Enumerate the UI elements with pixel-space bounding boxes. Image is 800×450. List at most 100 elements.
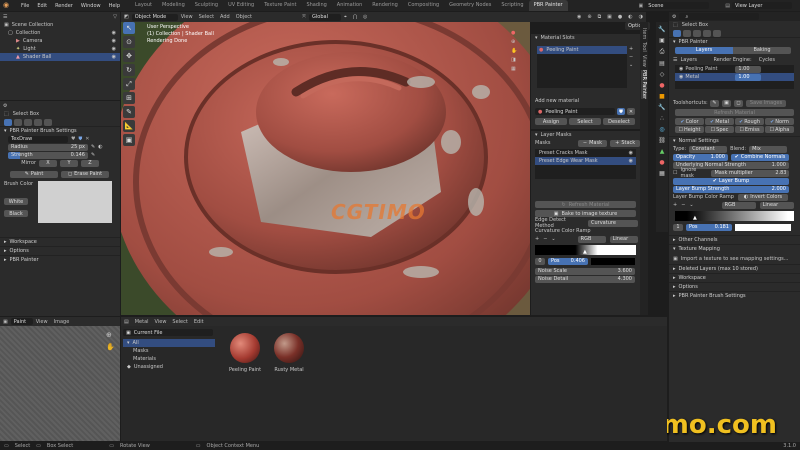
tab-animation[interactable]: Animation — [332, 0, 368, 11]
channel-metal-toggle[interactable]: ✔ Metal — [705, 118, 734, 125]
zoom-icon[interactable]: ⊕ — [106, 331, 112, 339]
channel-rough-toggle[interactable]: ✔ Rough — [735, 118, 764, 125]
combine-normals-toggle[interactable]: ✔ Combine Normals — [731, 153, 789, 161]
outliner-light[interactable]: ✦ Light ◉ — [0, 45, 120, 53]
sidebar-tab-item[interactable]: Item — [641, 28, 647, 39]
output-icon[interactable]: ⎙ — [660, 48, 665, 56]
visibility-icon[interactable]: ◉ — [112, 38, 116, 44]
mode-extend-button[interactable] — [14, 118, 22, 126]
catalog-masks[interactable]: Masks — [123, 347, 215, 355]
other-channels-section[interactable]: ▸ Other Channels — [669, 235, 800, 244]
mode-intersect-button[interactable] — [44, 118, 52, 126]
noise-scale-field[interactable]: Noise Scale 3.600 — [535, 267, 635, 275]
visibility-icon[interactable]: ◉ — [112, 30, 116, 36]
mirror-y-toggle[interactable]: Y — [60, 159, 78, 167]
mode-new-button[interactable] — [673, 29, 681, 37]
measure-icon[interactable]: 📐 — [123, 120, 135, 132]
shortcut-paint-button[interactable]: ✎ — [710, 99, 719, 107]
shading-material-icon[interactable]: ◐ — [625, 14, 635, 20]
particles-icon[interactable]: ∴ — [660, 115, 664, 122]
outliner-scene-collection[interactable]: ▣ Scene Collection — [0, 21, 120, 29]
ramp-mode-select[interactable]: RGB — [577, 235, 606, 243]
pbr-painter-section-header[interactable]: ▾ PBR Painter — [669, 37, 800, 46]
save-images-button[interactable]: Save Images — [746, 99, 786, 107]
tab-shading[interactable]: Shading — [301, 0, 331, 11]
render-icon[interactable]: ▣ — [659, 37, 665, 44]
shield-icon[interactable]: ⛊ — [78, 136, 82, 142]
menu-add[interactable]: Add — [217, 14, 233, 20]
sidebar-tab-tool[interactable]: Tool — [641, 42, 647, 52]
ramp-stop-handle[interactable]: ▲ — [693, 215, 697, 221]
remove-icon[interactable]: − — [629, 54, 633, 60]
rotate-icon[interactable]: ↻ — [123, 64, 135, 76]
editor-type-icon[interactable]: ⚙ — [0, 103, 10, 109]
visibility-icon[interactable]: ◉ — [679, 74, 683, 80]
ramp-interp-select[interactable]: Linear — [759, 201, 794, 209]
stop-color-swatch[interactable] — [591, 257, 635, 265]
scene-selector[interactable]: Scene — [645, 2, 710, 9]
sidebar-tab-view[interactable]: View — [641, 55, 647, 67]
hand-icon[interactable]: ✋ — [511, 48, 527, 54]
shortcut-erase-button[interactable]: ◻ — [734, 99, 743, 107]
sidebar-tab-pbr-painter[interactable]: PBR Painter — [641, 69, 647, 99]
ramp-stop-handle[interactable]: ▲ — [583, 249, 587, 255]
menu-image[interactable]: Image — [51, 319, 73, 325]
chevron-down-icon[interactable]: ⌄ — [629, 62, 633, 68]
outliner-shader-ball[interactable]: ▲ Shader Ball ◉ — [0, 53, 120, 61]
mask-item[interactable]: Preset Edge Wear Mask ◉ — [535, 157, 636, 165]
tab-modeling[interactable]: Modeling — [157, 0, 190, 11]
editor-type-icon[interactable]: ◩ — [121, 14, 132, 20]
menu-edit[interactable]: Edit — [33, 3, 51, 9]
normal-settings-header[interactable]: ▾ Normal Settings — [669, 136, 800, 145]
orientation-selector[interactable]: Global — [309, 13, 342, 21]
assign-button[interactable]: Assign — [535, 118, 567, 125]
visibility-icon[interactable]: ◉ — [629, 150, 633, 156]
ramp-mode-select[interactable]: RGB — [721, 201, 756, 209]
layer-bump-toggle[interactable]: ✔ Layer Bump — [673, 177, 789, 185]
stop-index-field[interactable]: 0 — [535, 257, 545, 265]
add-icon[interactable]: + — [535, 236, 539, 242]
constraints-icon[interactable]: ⛓ — [658, 137, 666, 144]
menu-file[interactable]: File — [17, 3, 33, 9]
add-icon[interactable]: + — [629, 46, 633, 52]
menu-view[interactable]: View — [33, 319, 51, 325]
tab-uv-editing[interactable]: UV Editing — [223, 0, 259, 11]
channel-norm-toggle[interactable]: ✔ Norm — [765, 118, 794, 125]
material-slot-list[interactable]: ● Peeling Paint — [537, 46, 627, 88]
mode-subtract-button[interactable] — [693, 29, 701, 37]
editor-type-icon[interactable]: ▣ — [0, 319, 11, 325]
stop-index-field[interactable]: 1 — [673, 223, 683, 231]
material-icon[interactable]: ● — [659, 159, 664, 166]
menu-select[interactable]: Select — [169, 319, 190, 325]
mirror-x-toggle[interactable]: X — [39, 159, 57, 167]
menu-edit[interactable]: Edit — [191, 319, 207, 325]
mask-multiplier-field[interactable]: Mask multiplier 2.83 — [711, 169, 790, 177]
hand-icon[interactable]: ✋ — [106, 343, 115, 351]
menu-select[interactable]: Select — [196, 14, 217, 20]
radius-unit-icon[interactable]: ◐ — [98, 144, 102, 150]
tab-rendering[interactable]: Rendering — [367, 0, 403, 11]
select-button[interactable]: Select — [569, 118, 601, 125]
workspace-section[interactable]: ▸ Workspace — [669, 273, 800, 282]
tab-scripting[interactable]: Scripting — [496, 0, 528, 11]
transform-icon[interactable]: ⊞ — [123, 92, 135, 104]
catalog-all[interactable]: ▾ All — [123, 339, 215, 347]
scene-icon[interactable]: ◇ — [660, 71, 665, 78]
asset-rusty-metal[interactable]: Rusty Metal — [269, 333, 309, 373]
xray-icon[interactable]: ▣ — [604, 14, 615, 20]
editor-type-icon[interactable]: ▤ — [121, 319, 132, 325]
blend-select[interactable]: Mix — [749, 145, 788, 153]
brush-settings-section[interactable]: ▾ PBR Painter Brush Settings — [0, 126, 120, 135]
paint-texture-canvas[interactable]: ⊕ ✋ — [0, 326, 120, 441]
tab-baking[interactable]: Baking — [733, 46, 791, 54]
snap-icon[interactable]: ⌖ — [341, 14, 350, 20]
menu-help[interactable]: Help — [105, 3, 124, 9]
channel-spec-toggle[interactable]: ☐ Spec — [705, 126, 734, 133]
menu-object[interactable]: Object — [233, 14, 255, 20]
blender-icon[interactable]: ◉ — [3, 1, 15, 10]
ramp-interp-select[interactable]: Linear — [609, 235, 638, 243]
tab-geometry-nodes[interactable]: Geometry Nodes — [444, 0, 496, 11]
material-slot-item[interactable]: ● Peeling Paint — [537, 46, 627, 54]
asset-peeling-paint[interactable]: Peeling Paint — [225, 333, 265, 373]
refresh-material-button[interactable]: Refresh Material — [675, 109, 794, 116]
